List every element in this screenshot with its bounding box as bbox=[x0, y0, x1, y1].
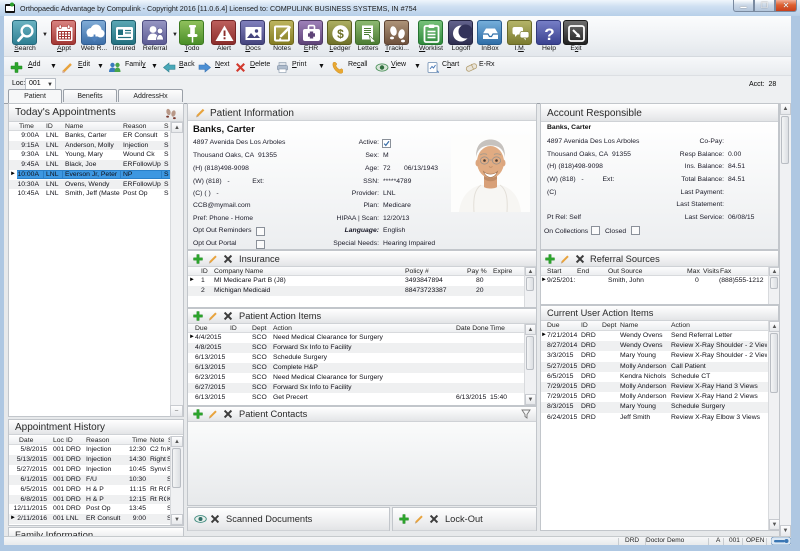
svg-text:?: ? bbox=[544, 25, 554, 44]
svg-text:$: $ bbox=[337, 27, 344, 41]
